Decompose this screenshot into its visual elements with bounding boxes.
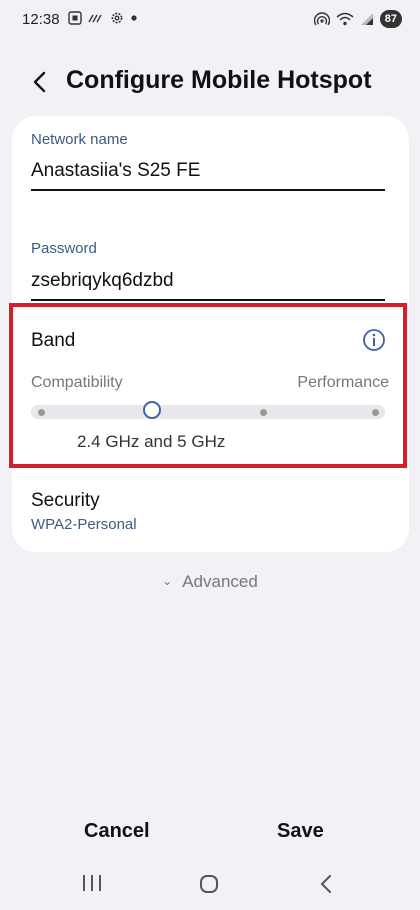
signal-icon xyxy=(360,13,373,25)
security-value: WPA2-Personal xyxy=(31,516,137,533)
password-label: Password xyxy=(31,240,97,257)
advanced-label: Advanced xyxy=(182,572,258,591)
advanced-toggle[interactable]: ⌄ Advanced xyxy=(0,572,420,592)
recents-icon[interactable] xyxy=(81,874,103,892)
call-forwarding-icon xyxy=(88,14,102,23)
hotspot-icon xyxy=(313,12,330,26)
status-bar: 12:38 87 xyxy=(0,0,420,40)
screenshot-icon xyxy=(68,11,82,25)
status-left-icons xyxy=(68,11,138,25)
wifi-icon xyxy=(336,12,354,26)
band-highlight-box xyxy=(9,303,407,468)
network-name-underline xyxy=(31,189,385,191)
security-title[interactable]: Security xyxy=(31,490,100,512)
status-time: 12:38 xyxy=(22,11,60,28)
password-field[interactable]: zsebriqykq6dzbd xyxy=(31,270,174,292)
password-underline xyxy=(31,299,385,301)
status-right-icons: 87 xyxy=(313,10,402,28)
back-nav-icon[interactable] xyxy=(318,873,334,895)
chevron-left-icon[interactable] xyxy=(26,68,54,96)
save-button[interactable]: Save xyxy=(277,820,324,843)
chevron-down-icon: ⌄ xyxy=(162,574,173,588)
network-name-label: Network name xyxy=(31,131,128,148)
settings-gear-icon xyxy=(111,12,123,24)
network-name-field[interactable]: Anastasiia's S25 FE xyxy=(31,160,200,182)
header: Configure Mobile Hotspot xyxy=(0,58,420,108)
home-icon[interactable] xyxy=(199,874,219,894)
notification-dot-icon xyxy=(131,15,137,21)
battery-icon: 87 xyxy=(379,10,402,28)
cancel-button[interactable]: Cancel xyxy=(84,820,150,843)
page-title: Configure Mobile Hotspot xyxy=(66,66,372,94)
